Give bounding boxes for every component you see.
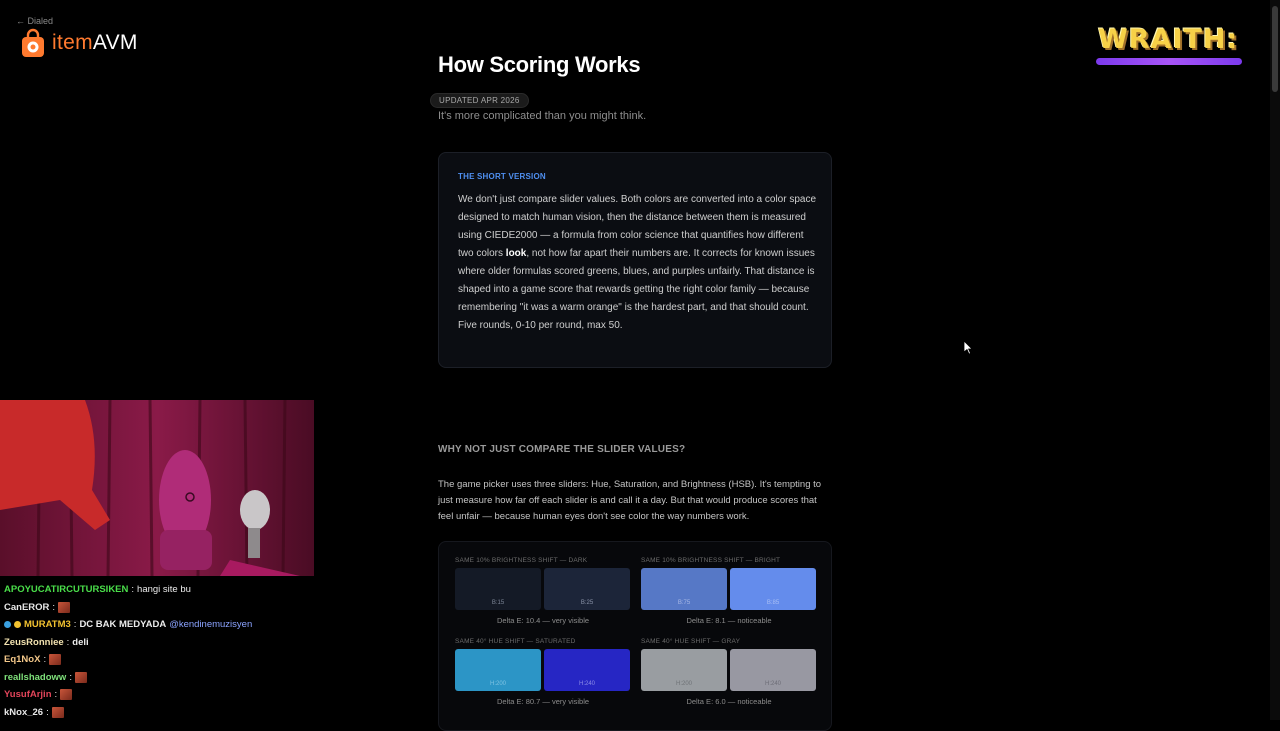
demo-hue-gray: SAME 40° HUE SHIFT — GRAY H:200 H:240 De… [641, 638, 817, 706]
chat-text: hangi site bu [137, 584, 191, 595]
chat-message: reallshadoww: [4, 669, 324, 687]
color-swatch: B:85 [730, 568, 816, 610]
vip-badge-icon [14, 621, 21, 629]
swatch-label: H:240 [578, 681, 595, 687]
color-swatch: H:200 [455, 649, 541, 691]
demo-title: SAME 10% BRIGHTNESS SHIFT — BRIGHT [641, 557, 781, 564]
chat-username[interactable]: Eq1NoX [4, 651, 40, 669]
chat-emote-icon [60, 689, 73, 701]
page-scrollbar[interactable] [1270, 0, 1280, 720]
chat-message: APOYUCATIRCUTURSIKEN: hangi site bu [4, 581, 324, 599]
streamer-overlay-logo: WRAITH: [1090, 20, 1250, 70]
wraith-logo-underline [1096, 58, 1242, 65]
streamer-webcam [0, 400, 314, 576]
demo-brightness-dark: SAME 10% BRIGHTNESS SHIFT — DARK B:15 B:… [455, 557, 631, 625]
color-swatch: B:75 [641, 568, 727, 610]
chat-username[interactable]: ZeusRonniee [4, 634, 64, 652]
chat-emote-icon [58, 601, 71, 613]
subscriber-badge-icon [4, 621, 11, 629]
color-swatch: H:200 [641, 649, 727, 691]
chat-username[interactable]: APOYUCATIRCUTURSIKEN [4, 581, 128, 599]
swatch-label: B:85 [766, 600, 780, 606]
scrollbar-thumb[interactable] [1272, 6, 1278, 92]
chat-emote-icon [74, 671, 87, 683]
chat-message: ZeusRonniee: deli [4, 634, 324, 652]
chat-message: kNox_26: [4, 704, 324, 722]
swatch-label: H:240 [764, 681, 781, 687]
chat-username[interactable]: CanEROR [4, 599, 49, 617]
site-logo[interactable]: itemAVM [20, 28, 138, 58]
chat-emote-icon [49, 654, 62, 666]
chat-username[interactable]: YusufArjin [4, 686, 52, 704]
demo-brightness-bright: SAME 10% BRIGHTNESS SHIFT — BRIGHT B:75 … [641, 557, 817, 625]
delta-e-value: Delta E: 10.4 — very visible [496, 616, 590, 625]
logo-item-text: item [52, 31, 93, 54]
chat-message: YusufArjin: [4, 686, 324, 704]
demo-hue-saturated: SAME 40° HUE SHIFT — SATURATED H:200 H:2… [455, 638, 631, 706]
chat-text: deli [72, 636, 89, 648]
logo-avm-text: AVM [92, 31, 138, 54]
chat-username[interactable]: MURATM3 [24, 616, 71, 634]
stream-chat: APOYUCATIRCUTURSIKEN: hangi site bu CanE… [4, 581, 324, 721]
color-swatch: B:25 [544, 568, 630, 610]
short-version-card: THE SHORT VERSION We don't just compare … [438, 152, 832, 368]
swatch-label: B:75 [677, 600, 691, 606]
webcam-image [0, 400, 314, 576]
demo-title: SAME 40° HUE SHIFT — GRAY [641, 638, 741, 645]
shopping-bag-icon [20, 28, 46, 58]
chat-username[interactable]: reallshadoww [4, 669, 66, 687]
logo-wordmark: itemAVM [52, 31, 138, 55]
demo-title: SAME 40° HUE SHIFT — SATURATED [455, 638, 576, 645]
chat-text: DC BAK MEDYADA [79, 619, 167, 630]
color-swatch: H:240 [730, 649, 816, 691]
chat-message: MURATM3: DC BAK MEDYADA @kendinemuzisyen [4, 616, 324, 634]
page-title: How Scoring Works [438, 52, 641, 77]
delta-e-value: Delta E: 80.7 — very visible [496, 697, 590, 706]
chat-username[interactable]: kNox_26 [4, 704, 43, 722]
swatch-label: H:200 [489, 681, 506, 687]
swatch-label: B:25 [580, 600, 594, 606]
wraith-logo-text: WRAITH: [1098, 24, 1239, 55]
swatch-label: B:15 [491, 600, 505, 606]
short-version-text-2: , not how far apart their numbers are. I… [458, 248, 815, 331]
back-link[interactable]: ← Dialed [16, 16, 53, 26]
why-section-heading: WHY NOT JUST COMPARE THE SLIDER VALUES? [438, 444, 686, 455]
mouse-cursor-icon [963, 340, 973, 360]
demo-title: SAME 10% BRIGHTNESS SHIFT — DARK [455, 557, 588, 564]
chat-message: Eq1NoX: [4, 651, 324, 669]
chat-mention[interactable]: @kendinemuzisyen [169, 616, 252, 634]
color-swatch: H:240 [544, 649, 630, 691]
color-comparison-card: SAME 10% BRIGHTNESS SHIFT — DARK B:15 B:… [438, 541, 832, 731]
page-subtitle: It's more complicated than you might thi… [438, 110, 647, 122]
short-version-bold: look [505, 248, 527, 259]
updated-badge: UPDATED APR 2026 [430, 93, 529, 108]
why-section-body: The game picker uses three sliders: Hue,… [438, 479, 822, 522]
delta-e-value: Delta E: 6.0 — noticeable [686, 697, 772, 706]
color-swatch: B:15 [455, 568, 541, 610]
short-version-text: We don't just compare slider values. Bot… [458, 191, 818, 335]
delta-e-value: Delta E: 8.1 — noticeable [686, 616, 772, 625]
chat-message: CanEROR: [4, 599, 324, 617]
chat-emote-icon [51, 706, 64, 718]
short-version-label: THE SHORT VERSION [458, 172, 546, 181]
swatch-label: H:200 [675, 681, 692, 687]
